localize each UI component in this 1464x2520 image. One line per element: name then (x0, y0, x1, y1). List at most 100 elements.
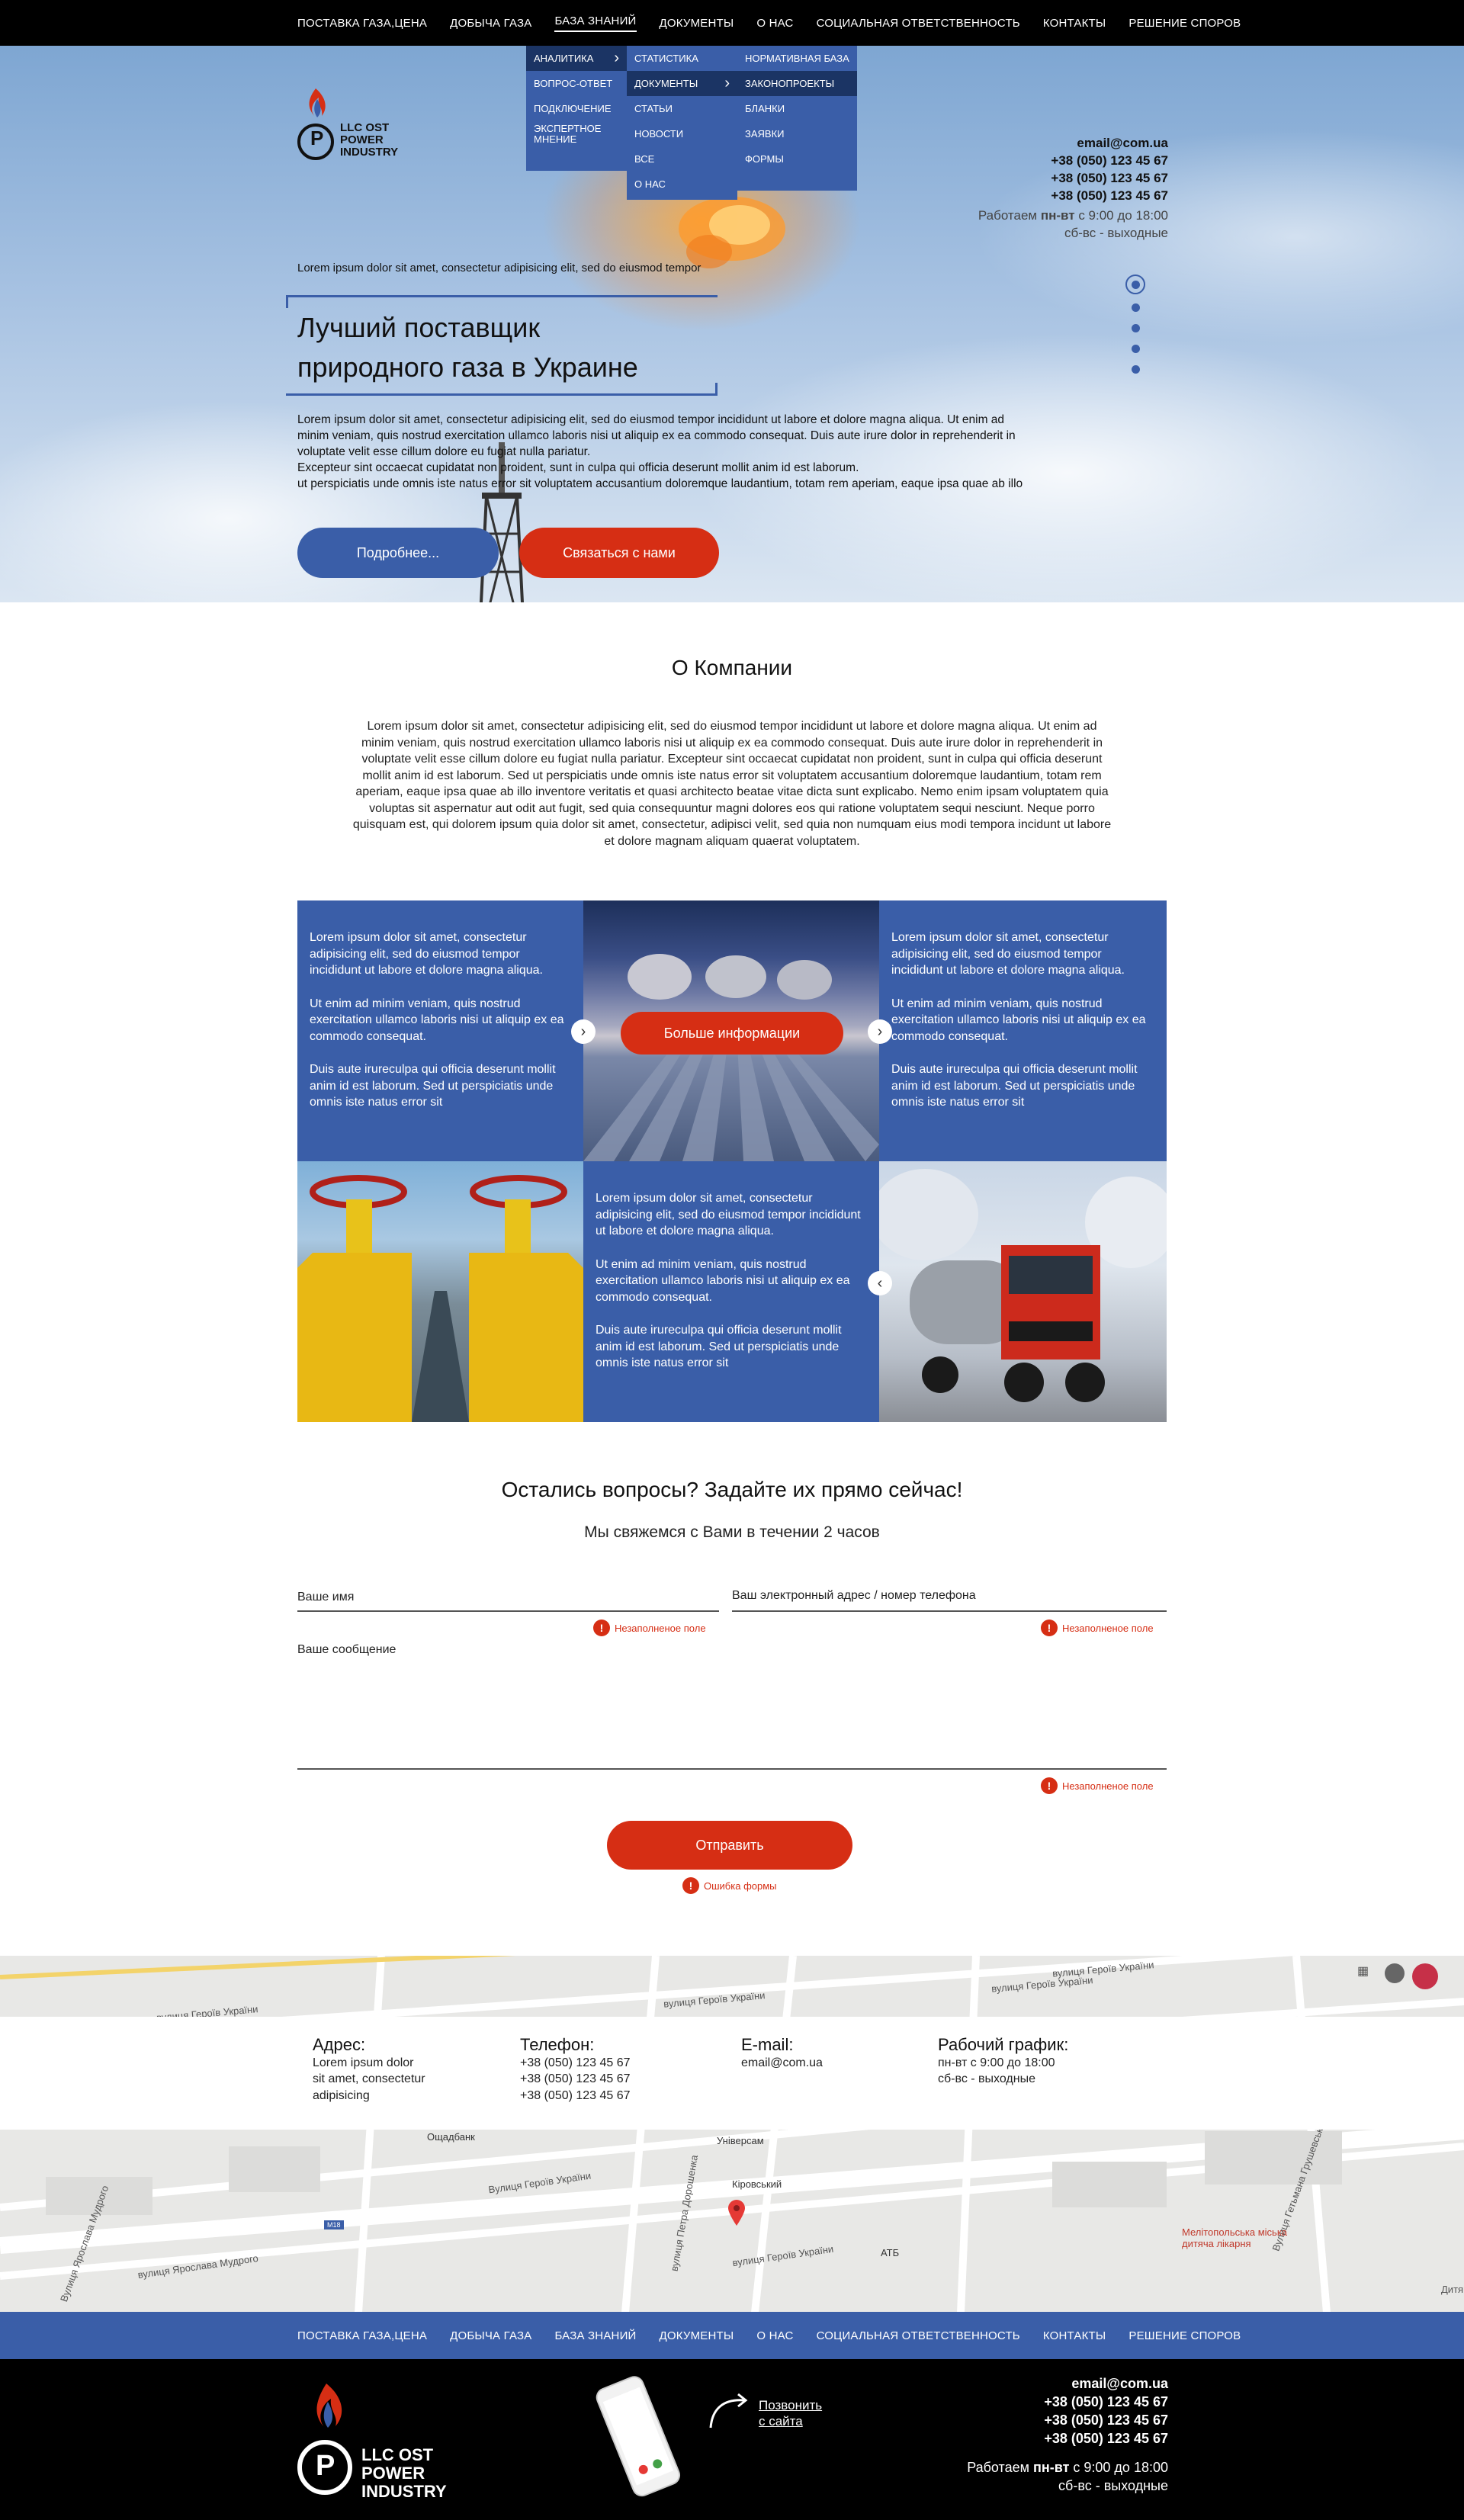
slider-dots (1124, 274, 1147, 386)
footer-schedule: Работаем пн-вт с 9:00 до 18:00 (967, 2460, 1168, 2475)
top-nav-item[interactable]: КОНТАКТЫ (1043, 17, 1106, 30)
slider-prev-button[interactable]: ‹ (868, 1271, 892, 1295)
error-icon: ! (593, 1620, 610, 1636)
dropdown-menu-item[interactable]: О НАС (627, 172, 737, 197)
top-nav-item[interactable]: СОЦИАЛЬНАЯ ОТВЕТСТВЕННОСТЬ (817, 17, 1020, 30)
top-nav-item[interactable]: О НАС (756, 17, 793, 30)
map-pin-icon[interactable] (728, 2200, 745, 2226)
chevron-right-icon: › (877, 1022, 883, 1040)
header-phone[interactable]: +38 (050) 123 45 67 (978, 187, 1168, 204)
footer-logo[interactable]: P LLC OST POWER INDUSTRY (296, 2379, 464, 2501)
info-phone: Телефон: +38 (050) 123 45 67 +38 (050) 1… (520, 2037, 631, 2104)
more-info-button[interactable]: Больше информации (621, 1012, 843, 1055)
logo-letter: P (316, 2450, 336, 2482)
header-phone[interactable]: +38 (050) 123 45 67 (978, 169, 1168, 187)
footer-contacts: email@com.ua +38 (050) 123 45 67 +38 (05… (967, 2374, 1168, 2495)
dropdown-menu-item[interactable]: ВСЕ (627, 146, 737, 172)
more-button[interactable]: Подробнее... (297, 528, 499, 578)
grid-icon[interactable]: ▦ (1357, 1963, 1377, 1983)
hero-text: Lorem ipsum dolor sit amet, consectetur … (297, 413, 1023, 490)
dropdown-menu-item[interactable]: ПОДКЛЮЧЕНИЕ (526, 96, 627, 121)
map-place-label: Мелітопольська міська дитяча лікарня (1182, 2226, 1288, 2249)
avatar-icon[interactable] (1385, 1963, 1405, 1983)
header-email[interactable]: email@com.ua (978, 134, 1168, 152)
name-placeholder: Ваше имя (297, 1591, 355, 1603)
bottom-nav-item[interactable]: СОЦИАЛЬНАЯ ОТВЕТСТВЕННОСТЬ (817, 2329, 1020, 2342)
footer-email[interactable]: email@com.ua (967, 2374, 1168, 2393)
contact-us-button[interactable]: Связаться с нами (519, 528, 719, 578)
slider-dot[interactable] (1131, 324, 1140, 332)
info-email-link[interactable]: email@com.ua (741, 2055, 823, 2072)
top-nav-list: ПОСТАВКА ГАЗА,ЦЕНА ДОБЫЧА ГАЗА БАЗА ЗНАНИЙ… (297, 0, 1263, 46)
logo-company-name: LLC OST POWER INDUSTRY (361, 2445, 447, 2501)
map-place-label: Дитя (1441, 2284, 1464, 2295)
top-nav-item[interactable]: БАЗА ЗНАНИЙ (554, 14, 637, 32)
top-nav-item[interactable]: ДОКУМЕНТЫ (660, 17, 734, 30)
dropdown-menu-item[interactable]: ЗАКОНОПРОЕКТЫ (737, 71, 857, 96)
bottom-nav-item[interactable]: ДОКУМЕНТЫ (660, 2329, 734, 2342)
info-phone-number[interactable]: +38 (050) 123 45 67 (520, 2055, 631, 2072)
bottom-nav-item[interactable]: ДОБЫЧА ГАЗА (450, 2329, 531, 2342)
dropdown-menu-item[interactable]: ВОПРОС-ОТВЕТ (526, 71, 627, 96)
header-schedule: Работаем пн-вт с 9:00 до 18:00 (978, 208, 1168, 223)
info-phone-number[interactable]: +38 (050) 123 45 67 (520, 2071, 631, 2088)
error-icon: ! (682, 1877, 699, 1894)
footer-phone[interactable]: +38 (050) 123 45 67 (967, 2429, 1168, 2448)
bottom-nav-item[interactable]: ПОСТАВКА ГАЗА,ЦЕНА (297, 2329, 427, 2342)
map-place-label: АТБ (881, 2247, 900, 2258)
message-field[interactable]: Ваше сообщение (297, 1643, 1167, 1770)
dropdown-menu-item[interactable]: ФОРМЫ (737, 146, 857, 172)
dropdown-col-3: НОРМАТИВНАЯ БАЗА ЗАКОНОПРОЕКТЫ БЛАНКИ ЗАЯВК… (737, 46, 857, 191)
top-nav-item[interactable]: РЕШЕНИЕ СПОРОВ (1128, 17, 1241, 30)
chevron-right-icon: › (580, 1022, 586, 1040)
slider-next-button[interactable]: › (868, 1019, 892, 1044)
info-phone-number[interactable]: +38 (050) 123 45 67 (520, 2088, 631, 2104)
dropdown-menu-item[interactable]: СТАТЬИ (627, 96, 737, 121)
submit-button[interactable]: Отправить (607, 1821, 852, 1870)
contact-info-bar: Адрес: Lorem ipsum dolor sit amet, conse… (0, 2017, 1464, 2130)
dropdown-menu-item[interactable]: ЗАЯВКИ (737, 121, 857, 146)
footer-phone[interactable]: +38 (050) 123 45 67 (967, 2393, 1168, 2411)
logo-company-name: LLC OST POWER INDUSTRY (340, 121, 399, 159)
logo-flame-icon (297, 88, 334, 160)
info-tile: Lorem ipsum dolor sit amet, consectetur … (879, 900, 1167, 1161)
hero-title: Лучший поставщик природного газа в Украи… (286, 295, 718, 396)
footer-weekend: сб-вс - выходные (1058, 2478, 1168, 2493)
dropdown-menu-item[interactable]: ЭКСПЕРТНОЕ МНЕНИЕ (526, 121, 627, 146)
contact-field[interactable]: Ваш электронный адрес / номер телефона (732, 1589, 1167, 1612)
site-logo[interactable]: P LLC OST POWER INDUSTRY (296, 85, 410, 169)
form-error: ! Ошибка формы (682, 1877, 777, 1894)
footer-phone[interactable]: +38 (050) 123 45 67 (967, 2411, 1168, 2429)
top-nav-item[interactable]: ПОСТАВКА ГАЗА,ЦЕНА (297, 17, 427, 30)
dropdown-menu-item[interactable]: ДОКУМЕНТЫ › (627, 71, 737, 96)
name-field[interactable]: Ваше имя (297, 1591, 719, 1612)
map[interactable]: ▦ вулиця Героїв України вулиця Героїв Ук… (0, 1956, 1464, 2313)
header-phone[interactable]: +38 (050) 123 45 67 (978, 152, 1168, 169)
bottom-nav-item[interactable]: КОНТАКТЫ (1043, 2329, 1106, 2342)
top-navigation: ПОСТАВКА ГАЗА,ЦЕНА ДОБЫЧА ГАЗА БАЗА ЗНАНИЙ… (0, 0, 1464, 46)
dropdown-menu-item[interactable]: НОРМАТИВНАЯ БАЗА (737, 46, 857, 71)
bottom-nav-item[interactable]: БАЗА ЗНАНИЙ (554, 2329, 636, 2342)
top-nav-item[interactable]: ДОБЫЧА ГАЗА (450, 17, 531, 30)
slider-dot[interactable] (1131, 365, 1140, 374)
info-email: E-mail: email@com.ua (741, 2037, 823, 2071)
hero-section: P LLC OST POWER INDUSTRY АНАЛИТИКА › ВОПРО… (0, 46, 1464, 602)
contact-error: ! Незаполненое поле (1041, 1620, 1154, 1636)
slider-dot[interactable] (1131, 345, 1140, 353)
bottom-nav-item[interactable]: О НАС (756, 2329, 793, 2342)
info-address: Адрес: Lorem ipsum dolor sit amet, conse… (313, 2035, 425, 2102)
slider-dot-active[interactable] (1125, 274, 1145, 294)
about-title: О Компании (671, 656, 793, 679)
user-avatar[interactable] (1412, 1963, 1438, 1989)
bottom-nav-item[interactable]: РЕШЕНИЕ СПОРОВ (1128, 2329, 1241, 2342)
header-contacts: email@com.ua +38 (050) 123 45 67 +38 (05… (978, 134, 1168, 242)
call-from-site-link[interactable]: Позвонить с сайта (759, 2397, 822, 2429)
logo-flame-icon (297, 2384, 352, 2495)
dropdown-col-2: СТАТИСТИКА ДОКУМЕНТЫ › СТАТЬИ НОВОСТИ ВСЕ О НА… (627, 46, 737, 200)
dropdown-menu-item[interactable]: БЛАНКИ (737, 96, 857, 121)
dropdown-menu-item[interactable]: НОВОСТИ (627, 121, 737, 146)
dropdown-menu-item[interactable]: СТАТИСТИКА (627, 46, 737, 71)
slider-next-button[interactable]: › (571, 1019, 596, 1044)
slider-dot[interactable] (1131, 303, 1140, 312)
dropdown-menu-item[interactable]: АНАЛИТИКА › (526, 46, 627, 71)
